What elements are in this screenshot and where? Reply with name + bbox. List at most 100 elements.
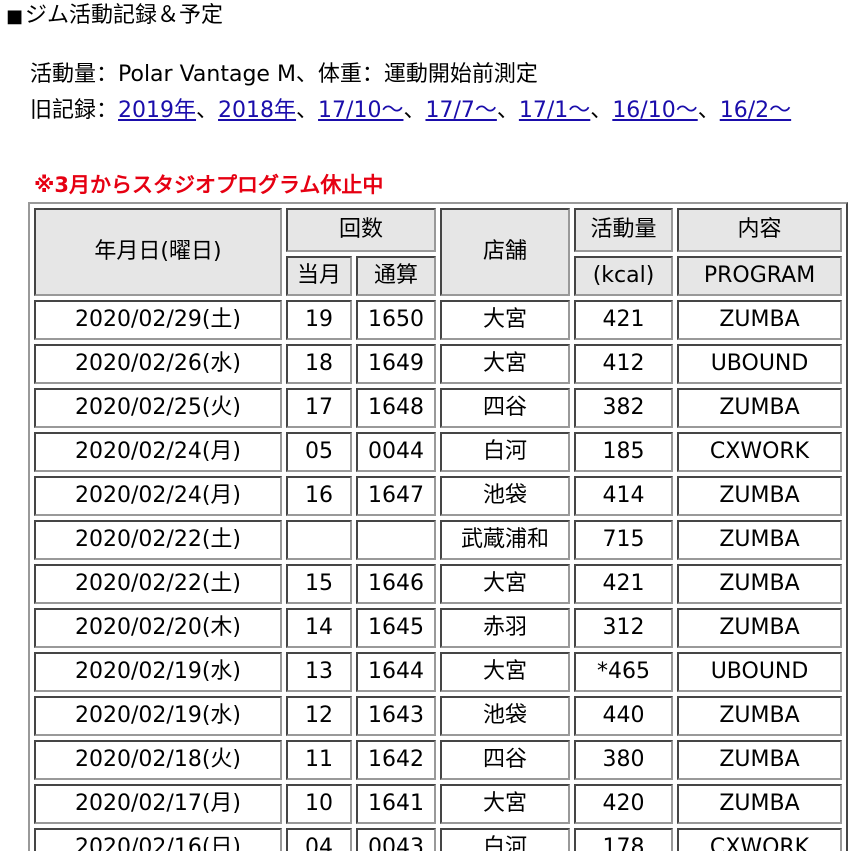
table-row: 2020/02/22(土) 15 1646 大宮 421 ZUMBA <box>34 564 842 604</box>
old-records-label: 旧記録： <box>30 98 119 123</box>
cell-month-count: 14 <box>286 608 352 648</box>
activity-meta: 活動量：Polar Vantage M、体重：運動開始前測定 <box>30 62 538 87</box>
header-date: 年月日(曜日) <box>34 208 282 296</box>
cell-program: ZUMBA <box>677 608 842 648</box>
cell-store: 武蔵浦和 <box>440 520 570 560</box>
table-row: 2020/02/24(月) 16 1647 池袋 414 ZUMBA <box>34 476 842 516</box>
table-row: 2020/02/17(月) 10 1641 大宮 420 ZUMBA <box>34 784 842 824</box>
cell-store: 池袋 <box>440 696 570 736</box>
cell-kcal: *465 <box>574 652 673 692</box>
cell-month-count <box>286 520 352 560</box>
old-record-link-2018[interactable]: 2018年 <box>218 98 296 123</box>
old-record-link-17-10[interactable]: 17/10～ <box>318 98 403 123</box>
cell-store: 白河 <box>440 828 570 851</box>
cell-store: 大宮 <box>440 784 570 824</box>
cell-date: 2020/02/24(月) <box>34 432 282 472</box>
cell-month-count: 10 <box>286 784 352 824</box>
cell-total-count: 0043 <box>356 828 436 851</box>
cell-program: ZUMBA <box>677 696 842 736</box>
cell-date: 2020/02/22(土) <box>34 520 282 560</box>
old-records: 旧記録：2019年、2018年、17/10～、17/7～、17/1～、16/10… <box>30 96 791 126</box>
cell-store: 四谷 <box>440 388 570 428</box>
cell-program: UBOUND <box>677 652 842 692</box>
cell-total-count: 1650 <box>356 300 436 340</box>
cell-date: 2020/02/25(火) <box>34 388 282 428</box>
cell-kcal: 185 <box>574 432 673 472</box>
cell-total-count: 1645 <box>356 608 436 648</box>
cell-total-count: 1649 <box>356 344 436 384</box>
cell-store: 池袋 <box>440 476 570 516</box>
cell-total-count: 1647 <box>356 476 436 516</box>
header-store: 店舗 <box>440 208 570 296</box>
cell-program: UBOUND <box>677 344 842 384</box>
table-row: 2020/02/19(水) 12 1643 池袋 440 ZUMBA <box>34 696 842 736</box>
cell-kcal: 178 <box>574 828 673 851</box>
table-row: 2020/02/18(火) 11 1642 四谷 380 ZUMBA <box>34 740 842 780</box>
old-record-link-17-1[interactable]: 17/1～ <box>519 98 590 123</box>
cell-date: 2020/02/29(土) <box>34 300 282 340</box>
cell-program: ZUMBA <box>677 388 842 428</box>
cell-program: CXWORK <box>677 828 842 851</box>
cell-program: ZUMBA <box>677 784 842 824</box>
cell-month-count: 17 <box>286 388 352 428</box>
cell-program: ZUMBA <box>677 476 842 516</box>
cell-month-count: 19 <box>286 300 352 340</box>
cell-kcal: 312 <box>574 608 673 648</box>
cell-total-count: 1646 <box>356 564 436 604</box>
old-record-link-17-7[interactable]: 17/7～ <box>425 98 496 123</box>
cell-month-count: 04 <box>286 828 352 851</box>
cell-store: 四谷 <box>440 740 570 780</box>
cell-store: 白河 <box>440 432 570 472</box>
cell-month-count: 15 <box>286 564 352 604</box>
cell-kcal: 440 <box>574 696 673 736</box>
cell-store: 赤羽 <box>440 608 570 648</box>
separator: 、 <box>496 98 519 123</box>
cell-kcal: 421 <box>574 300 673 340</box>
cell-program: ZUMBA <box>677 564 842 604</box>
activity-table: 年月日(曜日) 回数 店舗 活動量 内容 当月 通算 (kcal) PROGRA… <box>28 202 848 851</box>
cell-store: 大宮 <box>440 652 570 692</box>
cell-total-count: 1643 <box>356 696 436 736</box>
separator: 、 <box>697 98 720 123</box>
cell-program: ZUMBA <box>677 740 842 780</box>
separator: 、 <box>296 98 319 123</box>
cell-date: 2020/02/17(月) <box>34 784 282 824</box>
page-heading: ■ジム活動記録＆予定 <box>6 2 223 30</box>
old-record-link-2019[interactable]: 2019年 <box>118 98 196 123</box>
cell-month-count: 05 <box>286 432 352 472</box>
cell-date: 2020/02/20(木) <box>34 608 282 648</box>
cell-date: 2020/02/19(水) <box>34 652 282 692</box>
cell-month-count: 11 <box>286 740 352 780</box>
cell-month-count: 12 <box>286 696 352 736</box>
cell-total-count: 1644 <box>356 652 436 692</box>
cell-date: 2020/02/19(水) <box>34 696 282 736</box>
cell-program: ZUMBA <box>677 300 842 340</box>
table-row: 2020/02/20(木) 14 1645 赤羽 312 ZUMBA <box>34 608 842 648</box>
table-row: 2020/02/26(水) 18 1649 大宮 412 UBOUND <box>34 344 842 384</box>
cell-date: 2020/02/24(月) <box>34 476 282 516</box>
studio-closure-notice: ※3月からスタジオプログラム休止中 <box>34 173 384 197</box>
cell-total-count: 1642 <box>356 740 436 780</box>
header-activity: 活動量 <box>574 208 673 252</box>
header-activity-unit: (kcal) <box>574 256 673 296</box>
header-count-month: 当月 <box>286 256 352 296</box>
cell-date: 2020/02/22(土) <box>34 564 282 604</box>
table-row: 2020/02/25(火) 17 1648 四谷 382 ZUMBA <box>34 388 842 428</box>
cell-date: 2020/02/16(日) <box>34 828 282 851</box>
header-content: 内容 <box>677 208 842 252</box>
cell-total-count: 1648 <box>356 388 436 428</box>
table-row: 2020/02/16(日) 04 0043 白河 178 CXWORK <box>34 828 842 851</box>
cell-kcal: 412 <box>574 344 673 384</box>
cell-date: 2020/02/26(水) <box>34 344 282 384</box>
header-count: 回数 <box>286 208 436 252</box>
old-record-link-16-10[interactable]: 16/10～ <box>612 98 697 123</box>
table-row: 2020/02/29(土) 19 1650 大宮 421 ZUMBA <box>34 300 842 340</box>
heading-text: ジム活動記録＆予定 <box>25 3 224 28</box>
cell-date: 2020/02/18(火) <box>34 740 282 780</box>
old-record-link-16-2[interactable]: 16/2～ <box>720 98 791 123</box>
separator: 、 <box>590 98 613 123</box>
cell-program: CXWORK <box>677 432 842 472</box>
cell-total-count: 0044 <box>356 432 436 472</box>
header-count-total: 通算 <box>356 256 436 296</box>
cell-kcal: 414 <box>574 476 673 516</box>
